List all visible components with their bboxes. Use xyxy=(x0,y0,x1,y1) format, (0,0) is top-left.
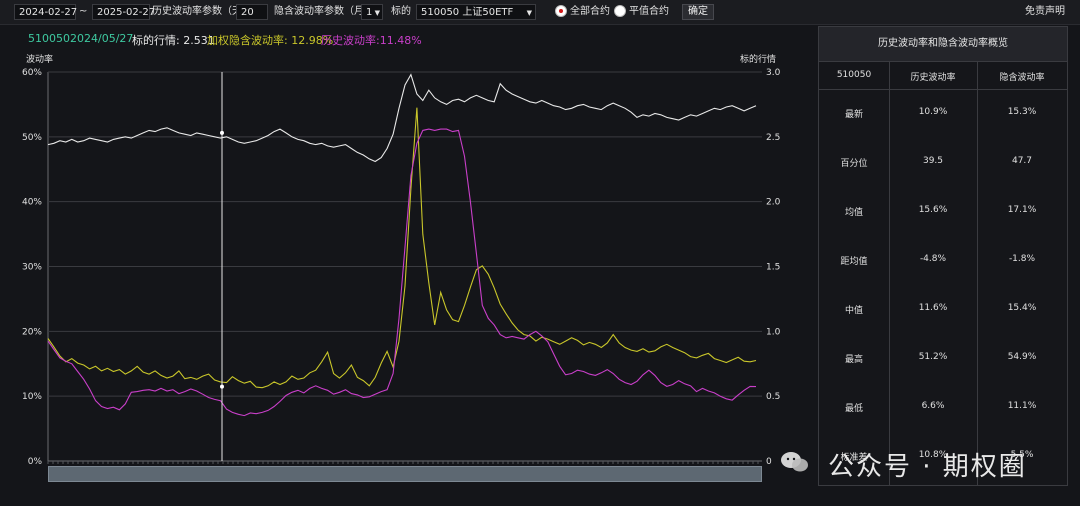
right-tick-label: 2.5 xyxy=(766,133,780,143)
summary-label-cell: 百分位 xyxy=(840,159,868,169)
right-tick-label: 0.5 xyxy=(766,392,780,402)
left-tick-label: 0% xyxy=(28,457,43,467)
summary-iv-cell: 11.1% xyxy=(1007,401,1037,411)
chart-scrollbar[interactable] xyxy=(48,466,762,482)
summary-label-cell: 最低 xyxy=(844,404,863,414)
crosshair-marker xyxy=(220,384,224,389)
summary-hv-cell: -4.8% xyxy=(919,254,947,264)
summary-hv-cell: 6.6% xyxy=(921,401,945,411)
summary-title: 历史波动率和隐含波动率概览 xyxy=(819,27,1067,62)
summary-hv-cell: 15.6% xyxy=(918,205,948,215)
crosshair-marker xyxy=(220,130,224,135)
header-iv: 隐含波动率 xyxy=(999,73,1045,83)
summary-iv-cell: 15.4% xyxy=(1007,303,1037,313)
summary-label-cell: 均值 xyxy=(844,208,863,218)
summary-label-cell: 中值 xyxy=(844,306,863,316)
left-tick-label: 60% xyxy=(22,68,42,78)
left-tick-label: 40% xyxy=(22,198,42,208)
header-hv: 历史波动率 xyxy=(910,73,956,83)
summary-iv-cell: 15.3% xyxy=(1007,107,1037,117)
summary-panel: 历史波动率和隐含波动率概览 510050 历史波动率 隐含波动率 最新 10.9%… xyxy=(818,26,1068,486)
summary-hv-cell: 11.6% xyxy=(918,303,948,313)
summary-label-cell: 最新 xyxy=(844,110,863,120)
right-tick-label: 3.0 xyxy=(766,68,781,78)
summary-iv-cell: 17.1% xyxy=(1007,205,1037,215)
disclaimer-link[interactable]: 免责声明 xyxy=(1025,4,1065,20)
watermark-text: 公众号 · 期权圈 xyxy=(828,452,1027,482)
header-code: 510050 xyxy=(836,70,872,80)
summary-hv-cell: 51.2% xyxy=(918,352,948,362)
series-line-0 xyxy=(47,73,757,163)
left-tick-label: 10% xyxy=(22,392,42,402)
series-line-1 xyxy=(47,107,757,389)
volatility-chart[interactable]: 60% 50% 40% 30% 20% 10% 0% 3.0 2.5 2.0 1.5 1.0 0.5 0 xyxy=(0,0,810,470)
wechat-icon xyxy=(781,452,808,472)
divider xyxy=(977,61,978,485)
left-tick-label: 20% xyxy=(22,327,42,337)
right-tick-label: 2.0 xyxy=(766,198,781,208)
summary-iv-cell: -1.8% xyxy=(1008,254,1036,264)
left-tick-label: 30% xyxy=(22,263,42,273)
divider xyxy=(819,89,1067,90)
summary-iv-cell: 47.7 xyxy=(1011,156,1033,166)
summary-label-cell: 距均值 xyxy=(840,257,868,267)
series-line-2 xyxy=(47,128,757,417)
summary-hv-cell: 10.9% xyxy=(918,107,948,117)
summary-hv-cell: 39.5 xyxy=(922,156,944,166)
summary-iv-cell: 54.9% xyxy=(1007,352,1037,362)
right-tick-label: 0 xyxy=(766,457,772,467)
left-tick-label: 50% xyxy=(22,133,42,143)
summary-label-cell: 最高 xyxy=(844,355,863,365)
divider xyxy=(889,61,890,485)
right-tick-label: 1.5 xyxy=(766,263,780,273)
right-tick-label: 1.0 xyxy=(766,327,781,337)
